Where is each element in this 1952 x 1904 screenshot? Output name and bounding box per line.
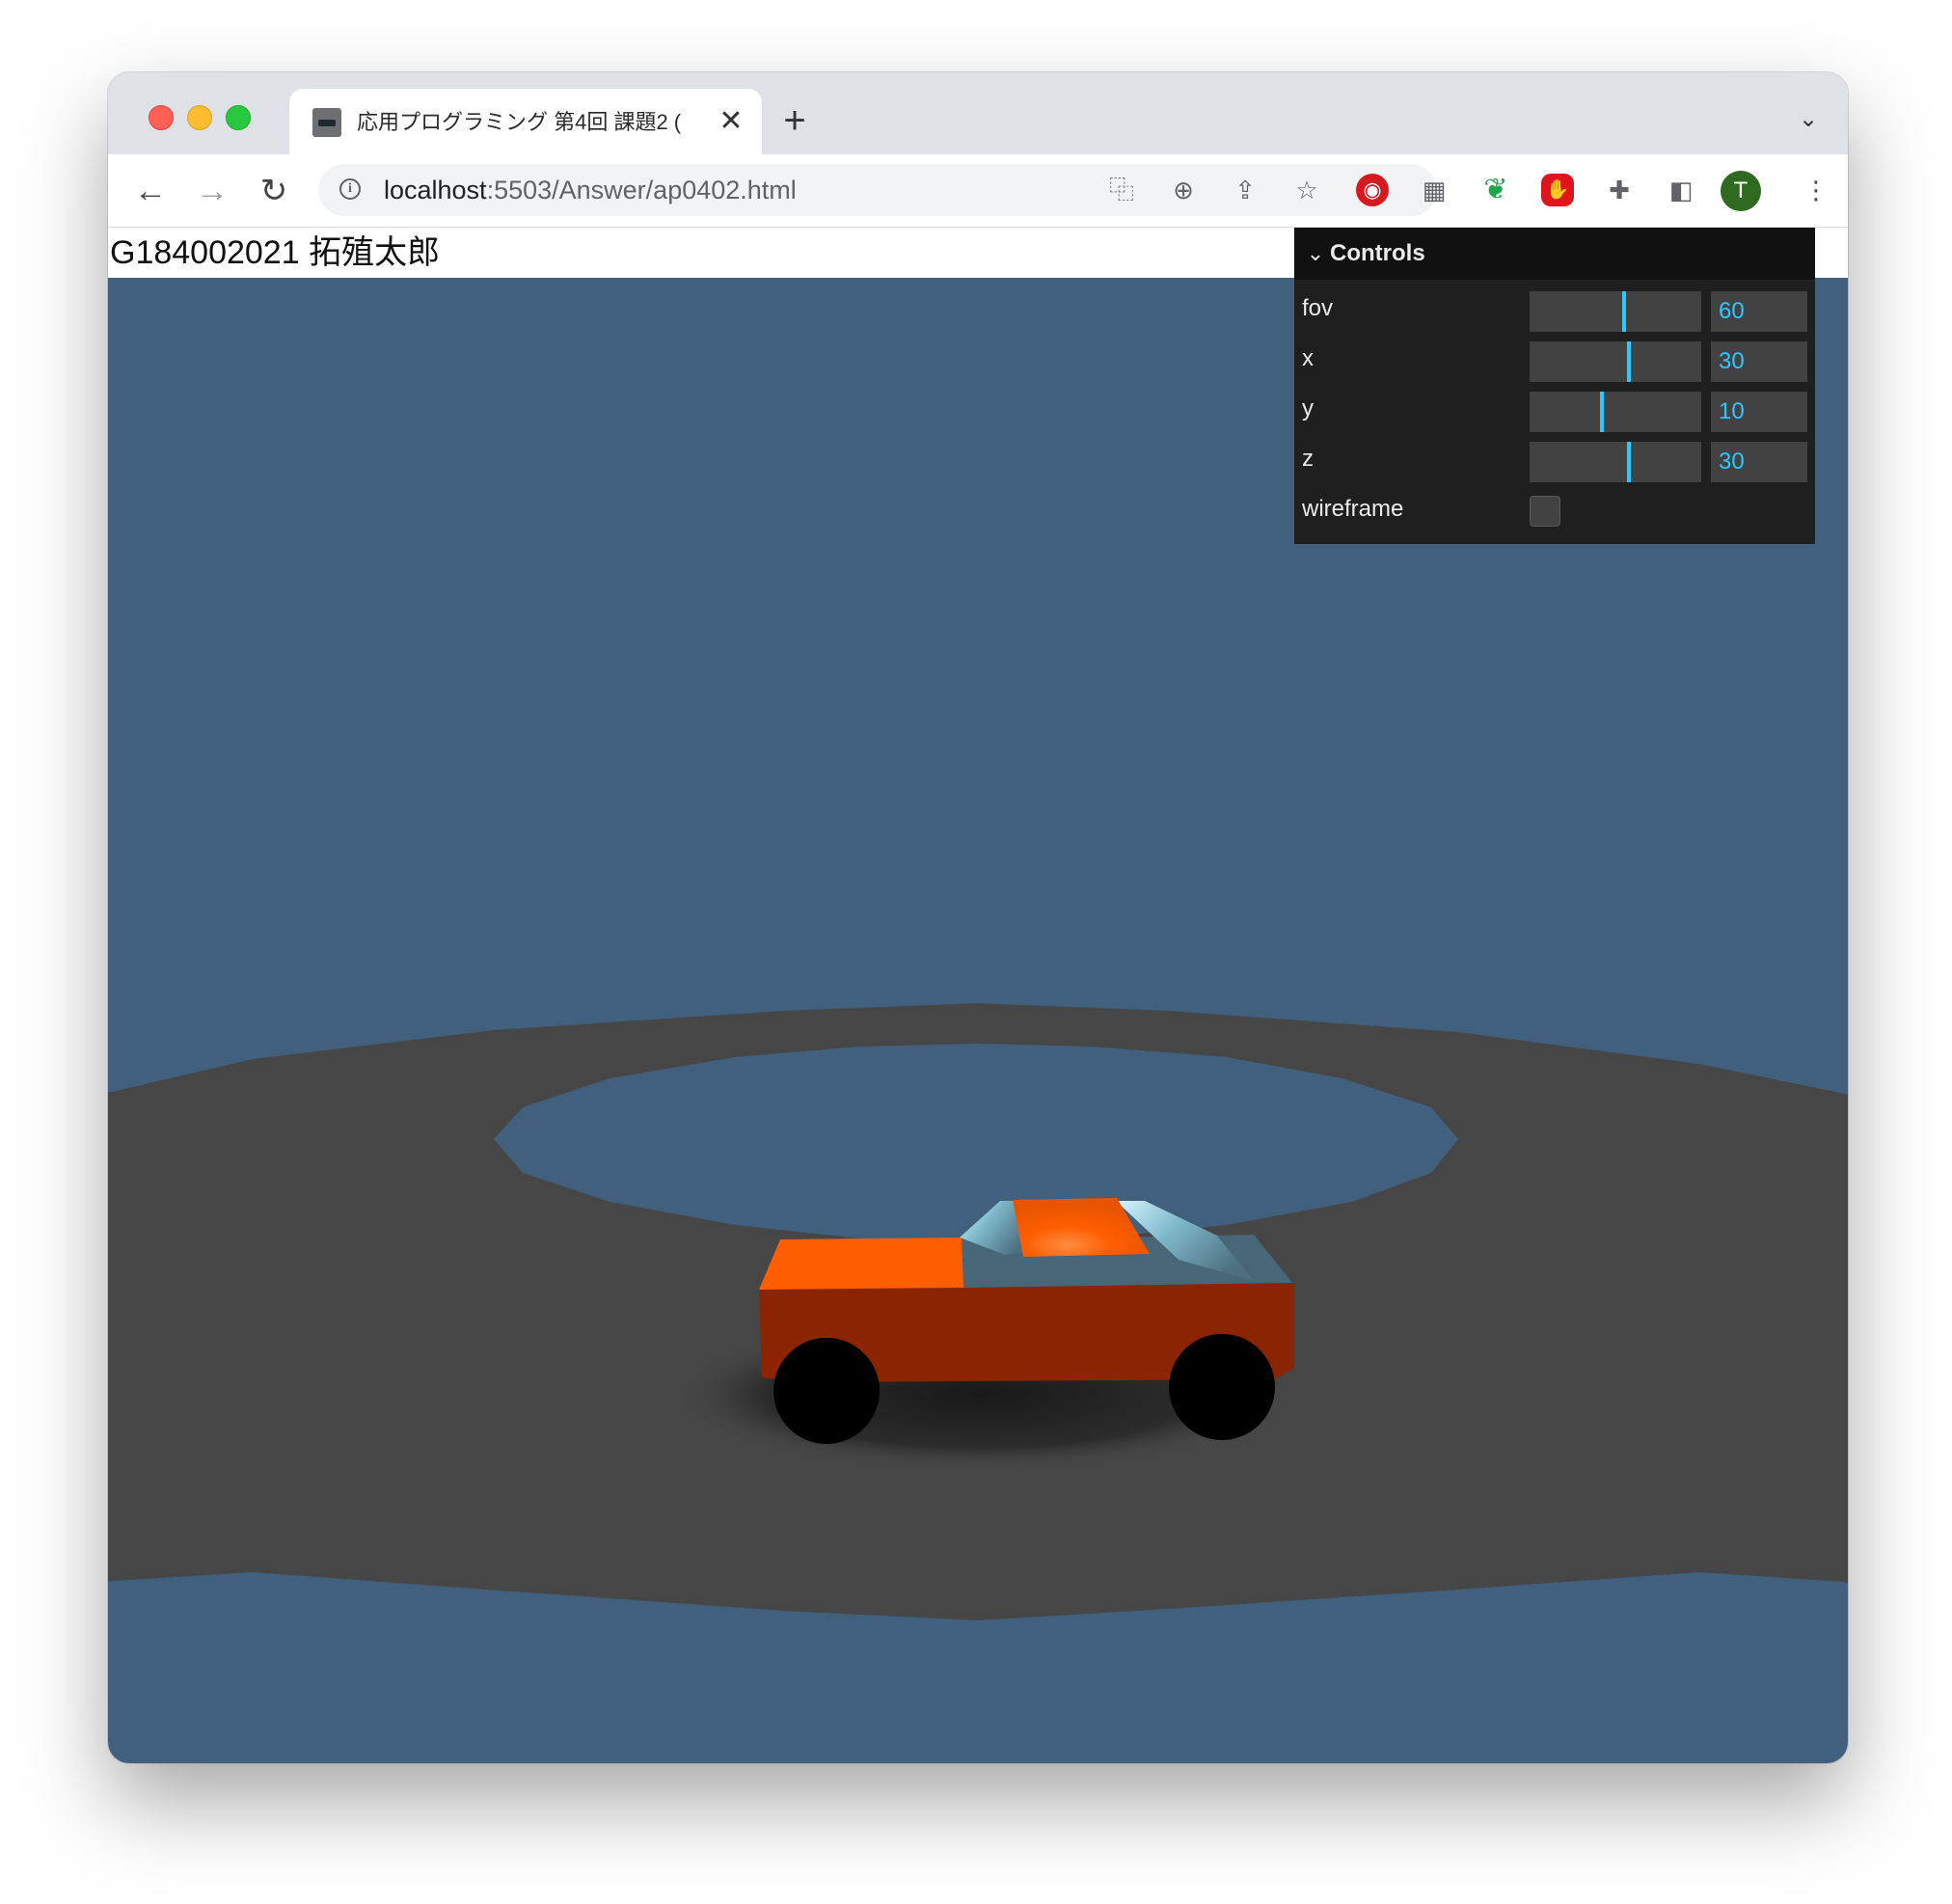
url-host: localhost <box>384 176 487 204</box>
bookmark-star-icon[interactable]: ☆ <box>1292 176 1321 204</box>
z-slider[interactable] <box>1530 442 1701 482</box>
address-bar[interactable]: i localhost:5503/Answer/ap0402.html ⿻ ⊕ … <box>318 164 1437 216</box>
control-label-wireframe: wireframe <box>1302 496 1404 522</box>
control-row-fov: fov 60 <box>1294 284 1815 334</box>
qr-code-extension-icon[interactable]: ▦ <box>1418 174 1450 206</box>
menu-kebab-icon[interactable]: ⋮ <box>1800 174 1832 206</box>
profile-avatar[interactable]: T <box>1721 171 1761 211</box>
fov-input[interactable]: 60 <box>1711 291 1807 332</box>
control-label-y: y <box>1302 395 1314 422</box>
x-input[interactable]: 30 <box>1711 341 1807 382</box>
stop-extension-icon[interactable]: ✋ <box>1541 174 1574 206</box>
z-slider-thumb[interactable] <box>1627 442 1631 482</box>
url-path: :5503/Answer/ap0402.html <box>486 176 797 204</box>
puzzle-extensions-icon[interactable]: ✚ <box>1603 174 1636 206</box>
x-slider-thumb[interactable] <box>1627 341 1631 382</box>
page-content: G184002021 拓殖太郎 ⌄ Controls fov 60 x 30 y… <box>108 228 1848 1763</box>
zoom-icon[interactable]: ⊕ <box>1169 176 1198 204</box>
evernote-extension-icon[interactable]: ❦ <box>1479 174 1512 206</box>
tab-close-icon[interactable]: ✕ <box>716 106 746 137</box>
control-label-z: z <box>1302 446 1314 472</box>
tab-strip: 応用プログラミング 第4回 課題2 ( ✕ + ⌄ <box>108 72 1848 154</box>
controls-panel: ⌄ Controls fov 60 x 30 y 10 z 30 wirefra… <box>1294 228 1815 544</box>
y-slider-thumb[interactable] <box>1600 392 1604 432</box>
control-label-x: x <box>1302 345 1314 371</box>
control-row-z: z 30 <box>1294 434 1815 484</box>
site-info-icon[interactable]: i <box>339 178 361 200</box>
fov-slider-thumb[interactable] <box>1622 291 1626 332</box>
tab-title: 応用プログラミング 第4回 課題2 ( <box>357 110 682 134</box>
back-button[interactable]: ← <box>131 172 170 210</box>
side-panel-icon[interactable]: ◧ <box>1665 174 1697 206</box>
fov-slider[interactable] <box>1530 291 1701 332</box>
window-maximize-button[interactable] <box>226 105 251 130</box>
student-name: G184002021 拓殖太郎 <box>110 234 441 271</box>
new-tab-button[interactable]: + <box>775 101 814 140</box>
car-hood <box>759 1238 963 1290</box>
front-wheel <box>773 1338 880 1444</box>
browser-window: 応用プログラミング 第4回 課題2 ( ✕ + ⌄ ← → ↻ i localh… <box>108 72 1848 1763</box>
control-row-x: x 30 <box>1294 334 1815 384</box>
control-label-fov: fov <box>1302 295 1334 321</box>
red-circle-extension-icon[interactable]: ◉ <box>1356 174 1389 206</box>
control-row-y: y 10 <box>1294 384 1815 434</box>
y-slider[interactable] <box>1530 392 1701 432</box>
x-slider[interactable] <box>1530 341 1701 382</box>
url-text[interactable]: localhost:5503/Answer/ap0402.html <box>384 175 797 205</box>
reload-button[interactable]: ↻ <box>255 172 293 210</box>
tab-active[interactable]: 応用プログラミング 第4回 課題2 ( ✕ <box>289 89 762 154</box>
chevron-down-icon: ⌄ <box>1306 241 1325 265</box>
control-row-wireframe: wireframe <box>1294 484 1815 534</box>
controls-title-bar[interactable]: ⌄ Controls <box>1294 228 1815 280</box>
toolbar: ← → ↻ i localhost:5503/Answer/ap0402.htm… <box>108 154 1848 228</box>
controls-title: Controls <box>1330 240 1425 266</box>
share-icon[interactable]: ⇪ <box>1231 176 1260 204</box>
translate-icon[interactable]: ⿻ <box>1107 176 1136 204</box>
tab-search-icon[interactable]: ⌄ <box>1794 105 1823 134</box>
rear-wheel <box>1169 1334 1275 1440</box>
wireframe-checkbox[interactable] <box>1530 496 1560 527</box>
favicon-icon <box>312 108 341 137</box>
window-close-button[interactable] <box>149 105 174 130</box>
y-input[interactable]: 10 <box>1711 392 1807 432</box>
forward-button[interactable]: → <box>193 172 231 210</box>
z-input[interactable]: 30 <box>1711 442 1807 482</box>
window-minimize-button[interactable] <box>187 105 212 130</box>
